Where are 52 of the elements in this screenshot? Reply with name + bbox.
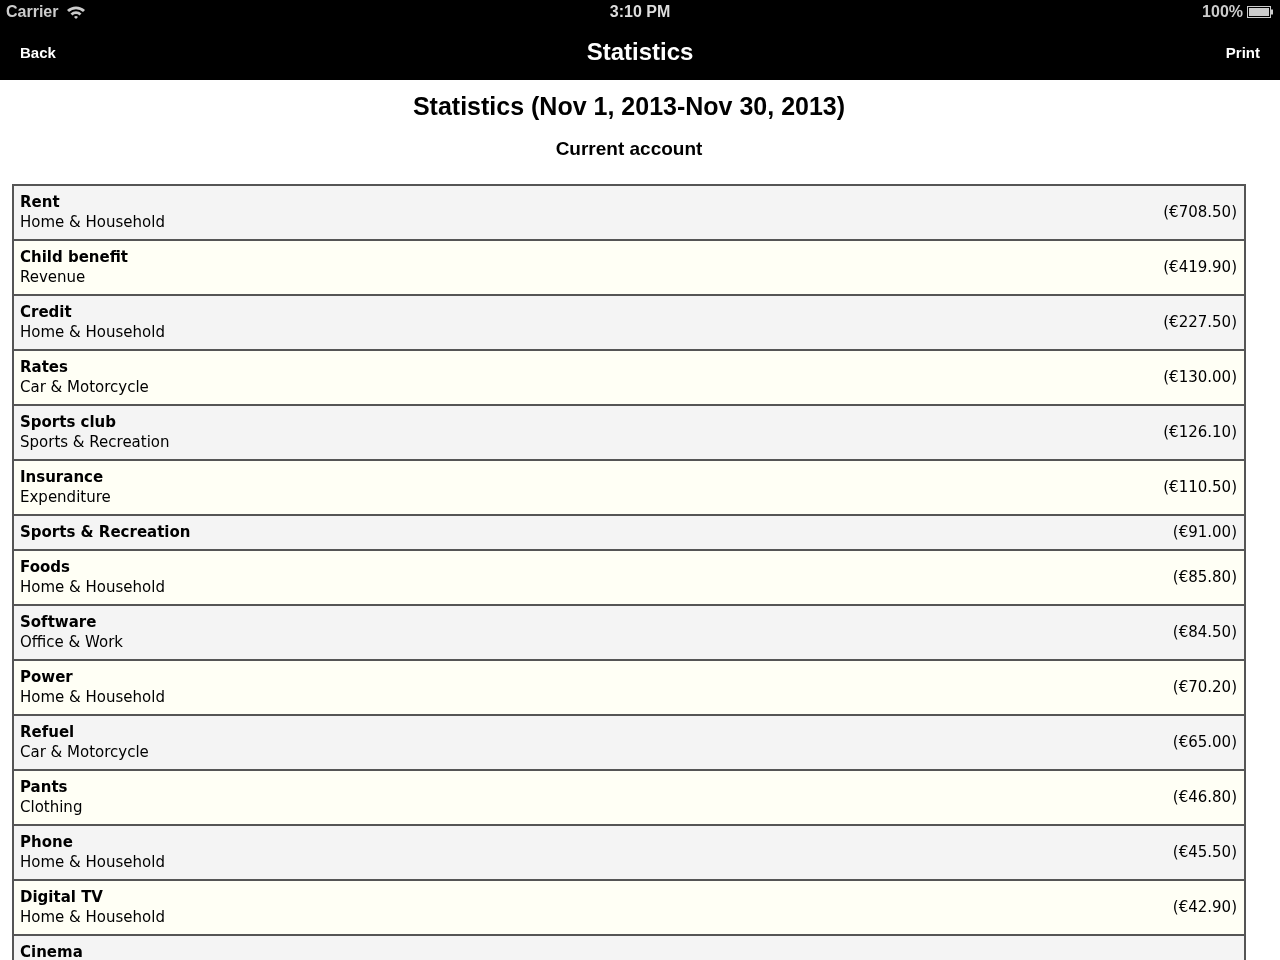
entry-name: Foods	[20, 557, 71, 577]
entry-category: Home & Household	[20, 322, 165, 342]
entry-amount: (€46.80)	[1172, 787, 1237, 807]
entry-name: Sports & Recreation	[20, 522, 191, 542]
entry-name: Sports club	[20, 412, 117, 432]
entry-amount: (€110.50)	[1163, 477, 1237, 497]
entry-amount: (€130.00)	[1163, 367, 1237, 387]
entry-name: Pants	[20, 777, 69, 797]
entry-amount: (€65.00)	[1172, 732, 1237, 752]
entry-name: Rates	[20, 357, 69, 377]
entry-name: Child benefit	[20, 247, 128, 267]
entry-amount: (€85.80)	[1172, 567, 1237, 587]
entry-category: Home & Household	[20, 852, 165, 872]
entry-amount: (€708.50)	[1163, 202, 1237, 222]
entry-name: Phone	[20, 832, 74, 852]
entry-category: Expenditure	[20, 487, 111, 507]
entry-category: Office & Work	[20, 632, 123, 652]
battery-icon	[1247, 6, 1274, 18]
entry-category: Car & Motorcycle	[20, 742, 149, 762]
entry-category: Home & Household	[20, 577, 165, 597]
account-name: Current account	[554, 138, 704, 161]
entry-category: Sports & Recreation	[20, 432, 170, 452]
entry-category: Home & Household	[20, 212, 165, 232]
entry-amount: (€42.90)	[1172, 897, 1237, 917]
entry-category: Revenue	[20, 267, 87, 287]
entry-category: Car & Motorcycle	[20, 377, 149, 397]
entry-name: Insurance	[20, 467, 105, 487]
entry-amount: (€419.90)	[1163, 257, 1237, 277]
carrier-name: Carrier	[6, 3, 59, 21]
report-title: Statistics (Nov 1, 2013-Nov 30, 2013)	[411, 92, 847, 122]
entry-name: Credit	[20, 302, 73, 322]
back-button[interactable]: Back	[20, 39, 140, 65]
entry-category: Home & Household	[20, 907, 165, 927]
entry-name: Digital TV	[20, 887, 104, 907]
entry-name: Cinema	[20, 942, 83, 960]
entry-amount: (€126.10)	[1163, 422, 1237, 442]
entry-amount: (€227.50)	[1163, 312, 1237, 332]
entry-amount: (€91.00)	[1172, 522, 1237, 542]
battery-level: 100%	[1202, 3, 1243, 21]
clock: 3:10 PM	[609, 3, 671, 21]
entry-amount: (€70.20)	[1172, 677, 1237, 697]
entry-amount: (€84.50)	[1172, 622, 1237, 642]
entry-category: Clothing	[20, 797, 83, 817]
entry-name: Power	[20, 667, 74, 687]
print-button[interactable]: Print	[1140, 39, 1260, 65]
entry-category: Home & Household	[20, 687, 165, 707]
screen-title: Statistics	[586, 38, 694, 66]
wifi-icon	[66, 5, 87, 19]
entry-name: Software	[20, 612, 98, 632]
entry-name: Refuel	[20, 722, 76, 742]
entry-amount: (€45.50)	[1172, 842, 1237, 862]
entry-name: Rent	[20, 192, 61, 212]
